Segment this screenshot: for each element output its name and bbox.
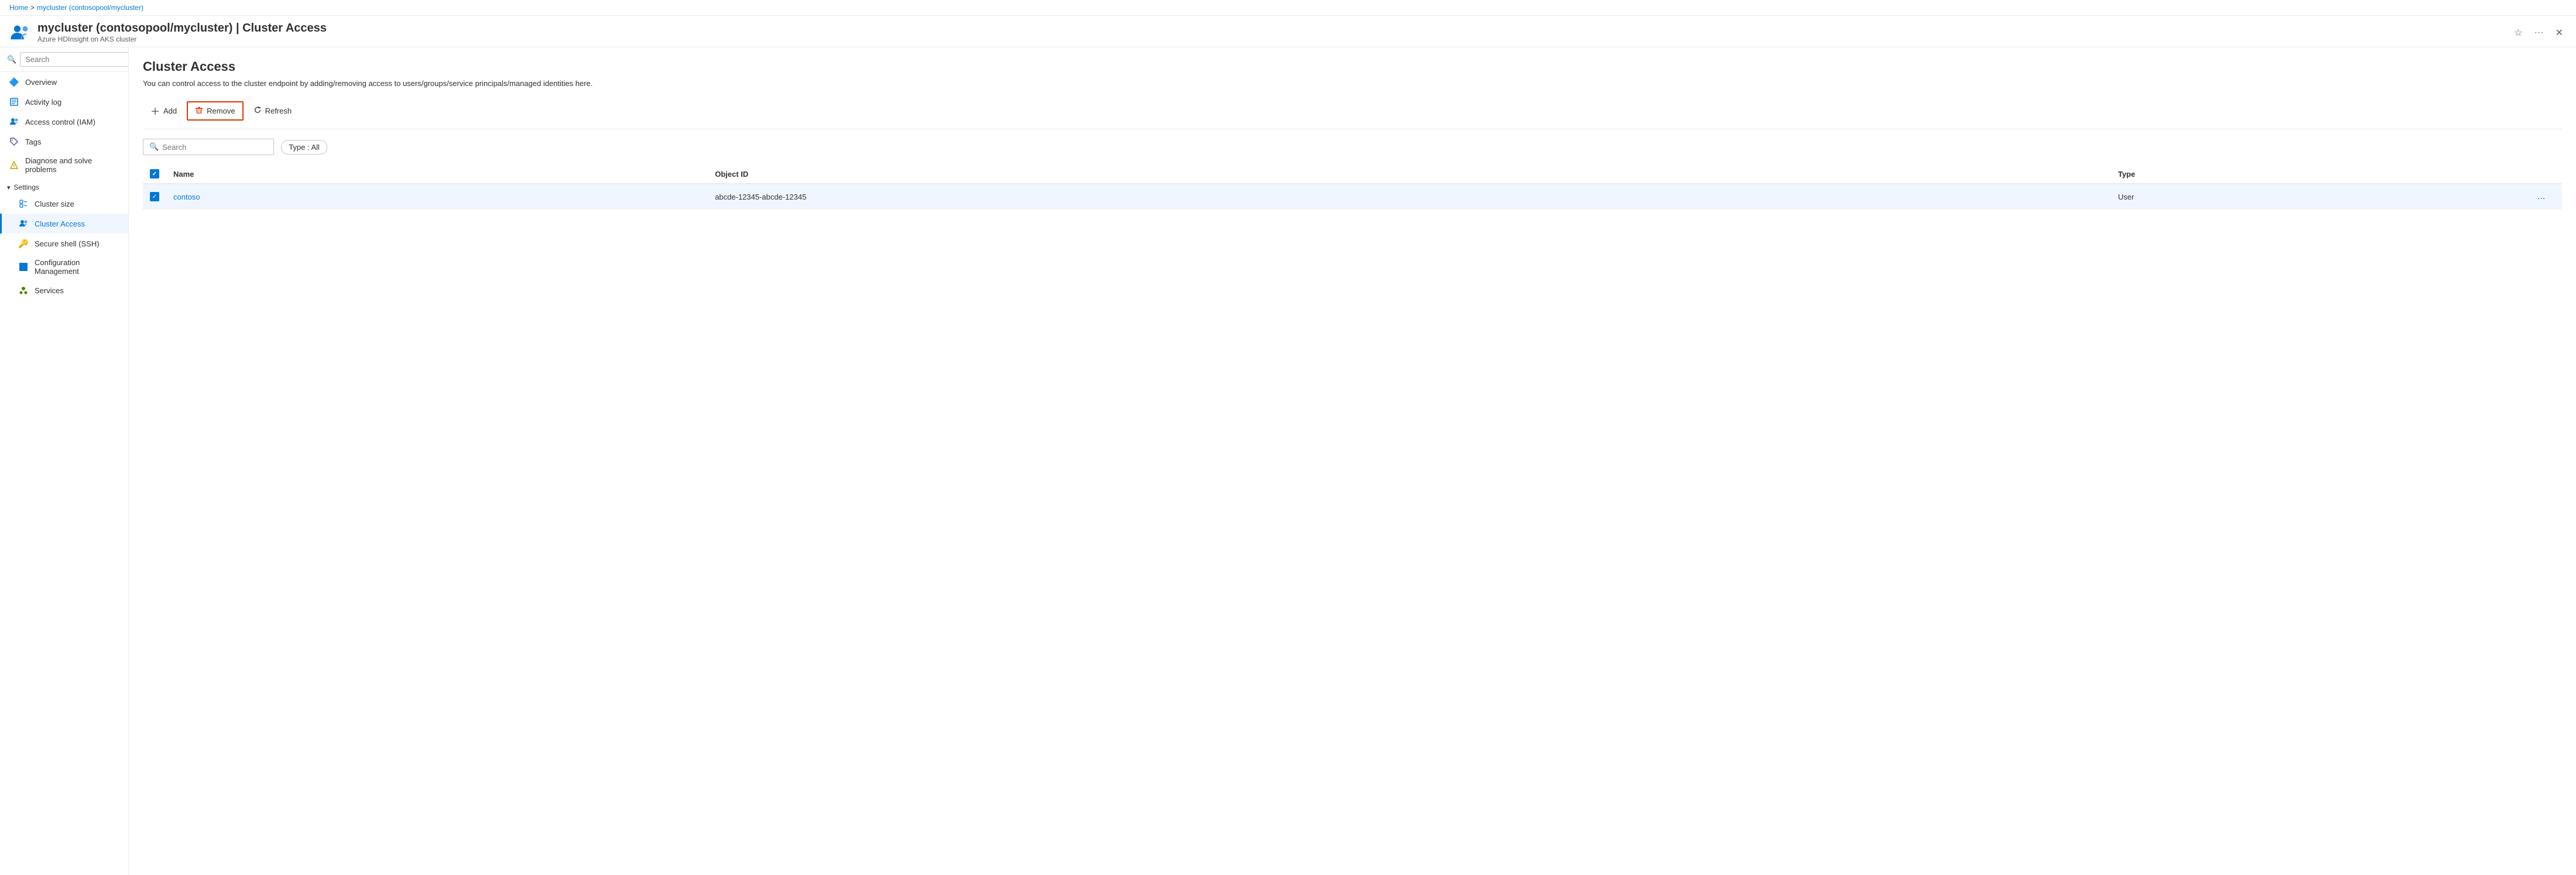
table-header: ✓ Name Object ID Type bbox=[143, 164, 2562, 184]
sidebar-item-config-management[interactable]: Configuration Management bbox=[0, 253, 128, 280]
row-name-cell: contoso bbox=[166, 184, 708, 210]
sidebar-item-access-control[interactable]: Access control (IAM) bbox=[0, 112, 128, 132]
row-checkbox-cell: ✓ bbox=[143, 184, 166, 210]
resource-header-text: mycluster (contosopool/mycluster) | Clus… bbox=[37, 22, 2503, 43]
sidebar-item-tags[interactable]: Tags bbox=[0, 132, 128, 152]
settings-section-header[interactable]: ▾ Settings bbox=[0, 179, 128, 194]
table-row: ✓ contoso abcde-12345-abcde-12345 User .… bbox=[143, 184, 2562, 210]
row-checkbox[interactable]: ✓ bbox=[150, 192, 159, 201]
page-title: Cluster Access bbox=[143, 59, 2562, 74]
col-header-checkbox: ✓ bbox=[143, 164, 166, 184]
remove-button[interactable]: Remove bbox=[187, 101, 243, 121]
breadcrumb-resource[interactable]: mycluster (contosopool/mycluster) bbox=[37, 4, 143, 12]
row-type-cell: User bbox=[2111, 184, 2527, 210]
col-header-name: Name bbox=[166, 164, 708, 184]
search-box: 🔍 bbox=[143, 139, 274, 155]
row-name-link[interactable]: contoso bbox=[173, 193, 200, 201]
sidebar: 🔍 « 🔷 Overview Activity log bbox=[0, 47, 129, 875]
settings-chevron-icon: ▾ bbox=[7, 184, 11, 191]
row-more-options-button[interactable]: ... bbox=[2534, 190, 2548, 203]
breadcrumb: Home > mycluster (contosopool/mycluster) bbox=[0, 0, 2576, 16]
more-options-button[interactable]: ··· bbox=[2531, 25, 2547, 40]
overview-icon: 🔷 bbox=[9, 77, 19, 87]
search-filter-row: 🔍 Type : All bbox=[143, 139, 2562, 155]
content-area: Cluster Access You can control access to… bbox=[129, 47, 2576, 875]
breadcrumb-sep1: > bbox=[30, 4, 35, 12]
sidebar-item-services-label: Services bbox=[35, 286, 64, 295]
search-icon: 🔍 bbox=[149, 142, 159, 152]
close-button[interactable]: ✕ bbox=[2552, 25, 2567, 41]
refresh-button-label: Refresh bbox=[265, 107, 292, 115]
sidebar-item-cluster-access[interactable]: Cluster Access bbox=[0, 214, 128, 234]
sidebar-item-cluster-access-label: Cluster Access bbox=[35, 219, 85, 228]
type-filter-label: Type : All bbox=[289, 143, 320, 152]
tags-icon bbox=[9, 136, 19, 147]
row-object-id-cell: abcde-12345-abcde-12345 bbox=[708, 184, 2111, 210]
access-control-icon bbox=[9, 116, 19, 127]
services-icon bbox=[18, 285, 29, 296]
page-description: You can control access to the cluster en… bbox=[143, 79, 2562, 88]
header-checkbox[interactable]: ✓ bbox=[150, 169, 159, 179]
sidebar-item-diagnose-label: Diagnose and solve problems bbox=[25, 156, 121, 174]
main-layout: 🔍 « 🔷 Overview Activity log bbox=[0, 47, 2576, 875]
sidebar-item-secure-shell[interactable]: 🔑 Secure shell (SSH) bbox=[0, 234, 128, 253]
sidebar-item-activity-log-label: Activity log bbox=[25, 98, 61, 107]
search-input[interactable] bbox=[162, 143, 268, 152]
activity-log-icon bbox=[9, 97, 19, 107]
settings-section-label: Settings bbox=[14, 183, 39, 191]
resource-subtitle: Azure HDInsight on AKS cluster bbox=[37, 35, 2503, 43]
col-header-object-id: Object ID bbox=[708, 164, 2111, 184]
cluster-access-icon bbox=[18, 218, 29, 229]
sidebar-item-secure-shell-label: Secure shell (SSH) bbox=[35, 239, 100, 248]
sidebar-item-activity-log[interactable]: Activity log bbox=[0, 92, 128, 112]
refresh-icon bbox=[254, 106, 262, 116]
cluster-size-icon bbox=[18, 198, 29, 209]
row-type: User bbox=[2118, 193, 2134, 201]
sidebar-item-services[interactable]: Services bbox=[0, 280, 128, 300]
sidebar-search-icon: 🔍 bbox=[7, 55, 16, 64]
header-actions: ☆ ··· ✕ bbox=[2510, 25, 2567, 41]
add-button-label: Add bbox=[163, 107, 177, 115]
content-toolbar: ＋ Add Remove bbox=[143, 99, 2562, 129]
sidebar-search-row: 🔍 « bbox=[0, 47, 128, 72]
sidebar-item-cluster-size[interactable]: Cluster size bbox=[0, 194, 128, 214]
table-body: ✓ contoso abcde-12345-abcde-12345 User .… bbox=[143, 184, 2562, 210]
sidebar-item-diagnose[interactable]: Diagnose and solve problems bbox=[0, 152, 128, 179]
sidebar-item-overview-label: Overview bbox=[25, 78, 57, 87]
row-object-id: abcde-12345-abcde-12345 bbox=[715, 193, 806, 201]
resource-header: mycluster (contosopool/mycluster) | Clus… bbox=[0, 16, 2576, 47]
remove-button-label: Remove bbox=[207, 107, 235, 115]
sidebar-item-overview[interactable]: 🔷 Overview bbox=[0, 72, 128, 92]
sidebar-item-tags-label: Tags bbox=[25, 138, 41, 146]
refresh-button[interactable]: Refresh bbox=[246, 102, 300, 120]
type-filter-pill[interactable]: Type : All bbox=[281, 140, 327, 155]
sidebar-search-input[interactable] bbox=[20, 52, 129, 67]
access-table: ✓ Name Object ID Type bbox=[143, 164, 2562, 210]
sidebar-item-access-control-label: Access control (IAM) bbox=[25, 118, 95, 126]
sidebar-item-config-management-label: Configuration Management bbox=[35, 258, 121, 276]
diagnose-icon bbox=[9, 160, 19, 170]
config-management-icon bbox=[18, 262, 29, 272]
secure-shell-icon: 🔑 bbox=[18, 238, 29, 249]
col-header-type: Type bbox=[2111, 164, 2527, 184]
delete-icon bbox=[195, 106, 203, 116]
resource-title: mycluster (contosopool/mycluster) | Clus… bbox=[37, 22, 2503, 35]
sidebar-item-cluster-size-label: Cluster size bbox=[35, 200, 74, 208]
sidebar-nav: 🔷 Overview Activity log bbox=[0, 72, 128, 875]
favorite-button[interactable]: ☆ bbox=[2510, 25, 2526, 41]
add-button[interactable]: ＋ Add bbox=[143, 99, 184, 122]
col-header-actions bbox=[2527, 164, 2562, 184]
add-icon: ＋ bbox=[150, 104, 160, 118]
resource-icon bbox=[9, 22, 30, 43]
breadcrumb-home[interactable]: Home bbox=[9, 4, 28, 12]
row-actions-cell: ... bbox=[2527, 184, 2562, 210]
